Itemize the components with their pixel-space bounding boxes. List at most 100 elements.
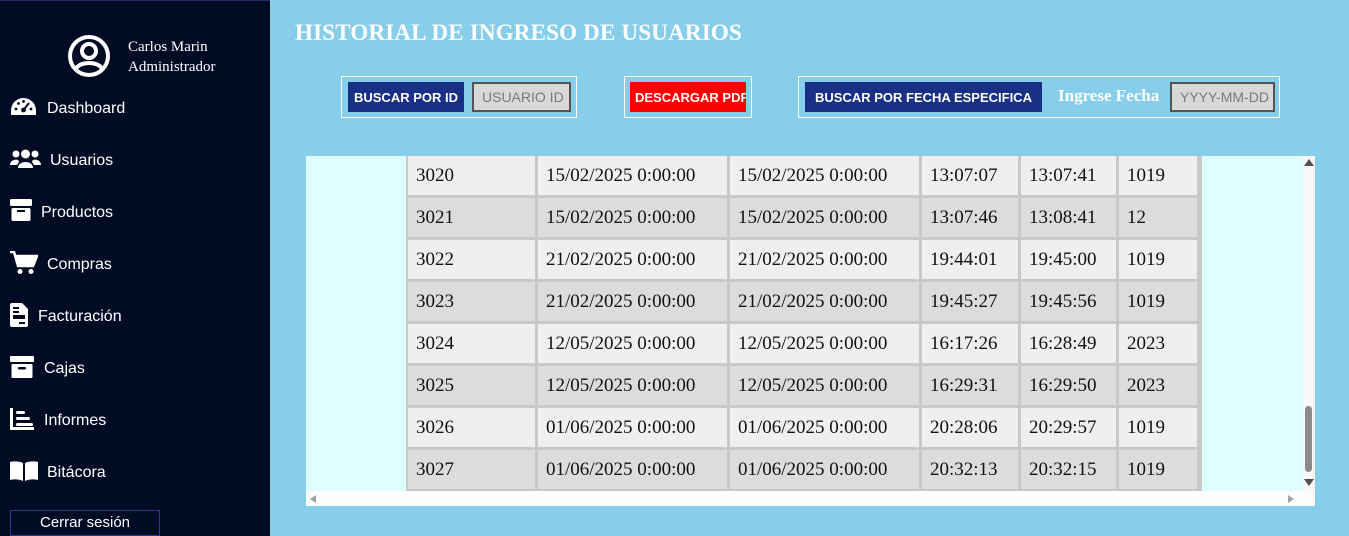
table-cell: 1019 xyxy=(1119,282,1197,321)
dashboard-gauge-icon xyxy=(11,98,36,115)
sidebar-item-label: Productos xyxy=(41,204,114,221)
table-cell: 15/02/2025 0:00:00 xyxy=(538,198,727,237)
page-title: HISTORIAL DE INGRESO DE USUARIOS xyxy=(295,20,742,45)
scroll-right-arrow-icon[interactable] xyxy=(1288,495,1294,503)
users-icon xyxy=(10,149,41,168)
table-cell: 15/02/2025 0:00:00 xyxy=(730,156,919,195)
table-cell: 2023 xyxy=(1119,366,1197,405)
table-cell: 21/02/2025 0:00:00 xyxy=(730,282,919,321)
horizontal-scrollbar[interactable] xyxy=(306,491,1315,506)
sidebar-item-facturacion[interactable]: Facturación xyxy=(0,297,270,337)
sidebar-item-label: Informes xyxy=(44,412,107,429)
search-by-id-button[interactable]: BUSCAR POR ID xyxy=(348,82,464,112)
table-cell: 1019 xyxy=(1119,240,1197,279)
sidebar-item-usuarios[interactable]: Usuarios xyxy=(0,141,270,181)
table-cell: 12 xyxy=(1119,198,1197,237)
search-by-date-group: BUSCAR POR FECHA ESPECIFICA xyxy=(798,76,1280,118)
sidebar-item-productos[interactable]: Productos xyxy=(0,193,270,233)
invoice-icon xyxy=(10,303,28,327)
table-row[interactable]: 3027 01/06/2025 0:00:00 01/06/2025 0:00:00… xyxy=(408,450,1197,489)
table-cell: 19:45:27 xyxy=(922,282,1018,321)
table-row[interactable]: 3024 12/05/2025 0:00:00 12/05/2025 0:00:00… xyxy=(408,324,1197,363)
table-cell: 20:28:06 xyxy=(922,408,1018,447)
sidebar: Carlos Marin Administrador Dashboard Usu… xyxy=(0,0,270,536)
table-cell: 3024 xyxy=(408,324,535,363)
table-cell: 19:44:01 xyxy=(922,240,1018,279)
user-circle-icon[interactable] xyxy=(67,34,111,78)
sidebar-item-cajas[interactable]: Cajas xyxy=(0,349,270,389)
table-row[interactable]: 3021 15/02/2025 0:00:00 15/02/2025 0:00:00… xyxy=(408,198,1197,237)
sidebar-item-label: Dashboard xyxy=(47,100,126,117)
scroll-left-arrow-icon[interactable] xyxy=(310,495,316,503)
table-cell: 1019 xyxy=(1119,156,1197,195)
vertical-scroll-thumb[interactable] xyxy=(1305,406,1312,472)
table-cell: 01/06/2025 0:00:00 xyxy=(538,408,727,447)
logout-button[interactable]: Cerrar sesión xyxy=(10,510,160,536)
user-name: Carlos Marin xyxy=(128,39,208,55)
table-cell: 16:29:31 xyxy=(922,366,1018,405)
date-input[interactable] xyxy=(1170,82,1275,112)
box-icon xyxy=(10,199,32,221)
table-cell: 3023 xyxy=(408,282,535,321)
download-pdf-button[interactable]: DESCARGAR PDF xyxy=(630,82,746,112)
table-cell: 13:07:07 xyxy=(922,156,1018,195)
table-cell: 01/06/2025 0:00:00 xyxy=(730,450,919,489)
login-history-table-viewport[interactable]: 3020 15/02/2025 0:00:00 15/02/2025 0:00:00… xyxy=(406,156,1202,491)
table-cell: 01/06/2025 0:00:00 xyxy=(538,450,727,489)
table-cell: 3022 xyxy=(408,240,535,279)
sidebar-item-informes[interactable]: Informes xyxy=(0,401,270,441)
user-id-input[interactable] xyxy=(472,82,571,112)
table-cell: 19:45:56 xyxy=(1021,282,1116,321)
archive-box-icon xyxy=(10,356,34,378)
table-cell: 3026 xyxy=(408,408,535,447)
table-cell: 3021 xyxy=(408,198,535,237)
table-cell: 1019 xyxy=(1119,450,1197,489)
table-cell: 3025 xyxy=(408,366,535,405)
table-cell: 21/02/2025 0:00:00 xyxy=(730,240,919,279)
table-cell: 21/02/2025 0:00:00 xyxy=(538,282,727,321)
table-cell: 16:17:26 xyxy=(922,324,1018,363)
table-cell: 20:32:15 xyxy=(1021,450,1116,489)
table-cell: 3027 xyxy=(408,450,535,489)
search-by-id-group: BUSCAR POR ID xyxy=(341,76,577,118)
table-cell: 2023 xyxy=(1119,324,1197,363)
user-role: Administrador xyxy=(128,59,216,75)
cart-icon xyxy=(10,251,38,274)
vertical-scrollbar[interactable] xyxy=(1303,156,1315,491)
table-cell: 15/02/2025 0:00:00 xyxy=(730,198,919,237)
table-cell: 20:29:57 xyxy=(1021,408,1116,447)
table-cell: 12/05/2025 0:00:00 xyxy=(538,366,727,405)
sidebar-item-label: Bitácora xyxy=(47,464,106,481)
login-history-table-container: 3020 15/02/2025 0:00:00 15/02/2025 0:00:00… xyxy=(306,156,1315,506)
sidebar-item-label: Cajas xyxy=(44,360,85,377)
sidebar-item-compras[interactable]: Compras xyxy=(0,245,270,285)
table-cell: 12/05/2025 0:00:00 xyxy=(730,366,919,405)
scroll-down-arrow-icon[interactable] xyxy=(1304,479,1314,486)
table-cell: 1019 xyxy=(1119,408,1197,447)
table-cell: 13:08:41 xyxy=(1021,198,1116,237)
date-prompt-label: Ingrese Fecha xyxy=(1058,86,1160,105)
sidebar-item-dashboard[interactable]: Dashboard xyxy=(0,89,270,129)
table-cell: 13:07:46 xyxy=(922,198,1018,237)
download-pdf-group: DESCARGAR PDF xyxy=(624,76,752,118)
sidebar-item-label: Facturación xyxy=(38,308,122,325)
table-cell: 12/05/2025 0:00:00 xyxy=(730,324,919,363)
table-cell: 19:45:00 xyxy=(1021,240,1116,279)
book-icon xyxy=(10,461,38,481)
table-cell: 12/05/2025 0:00:00 xyxy=(538,324,727,363)
sidebar-item-label: Compras xyxy=(47,256,112,273)
table-cell: 20:32:13 xyxy=(922,450,1018,489)
table-row[interactable]: 3022 21/02/2025 0:00:00 21/02/2025 0:00:00… xyxy=(408,240,1197,279)
table-cell: 21/02/2025 0:00:00 xyxy=(538,240,727,279)
table-cell: 15/02/2025 0:00:00 xyxy=(538,156,727,195)
table-row[interactable]: 3023 21/02/2025 0:00:00 21/02/2025 0:00:00… xyxy=(408,282,1197,321)
table-row[interactable]: 3025 12/05/2025 0:00:00 12/05/2025 0:00:00… xyxy=(408,366,1197,405)
table-row[interactable]: 3026 01/06/2025 0:00:00 01/06/2025 0:00:00… xyxy=(408,408,1197,447)
table-cell: 3020 xyxy=(408,156,535,195)
table-row[interactable]: 3020 15/02/2025 0:00:00 15/02/2025 0:00:00… xyxy=(408,156,1197,195)
search-by-date-button[interactable]: BUSCAR POR FECHA ESPECIFICA xyxy=(805,82,1042,112)
sidebar-item-label: Usuarios xyxy=(50,152,114,169)
login-history-table: 3020 15/02/2025 0:00:00 15/02/2025 0:00:00… xyxy=(406,156,1200,491)
sidebar-item-bitacora[interactable]: Bitácora xyxy=(0,453,270,493)
scroll-up-arrow-icon[interactable] xyxy=(1304,159,1314,166)
